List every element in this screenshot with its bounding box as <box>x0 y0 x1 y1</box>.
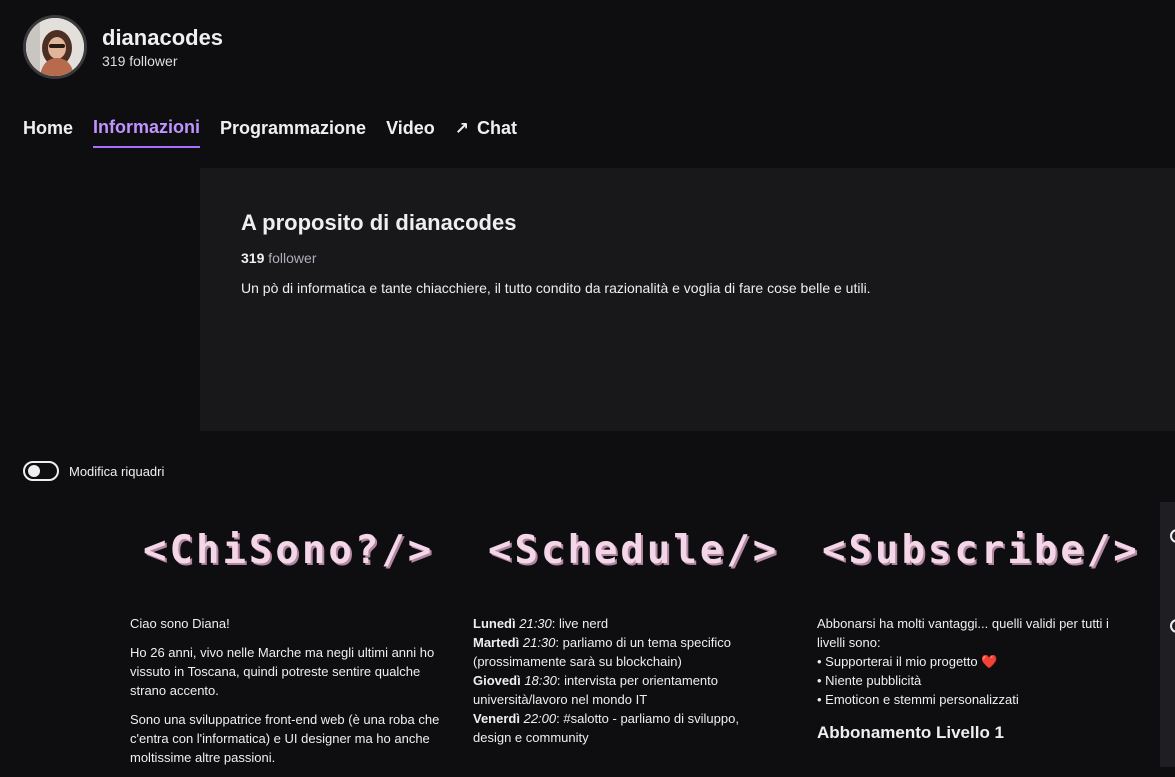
tab-informazioni[interactable]: Informazioni <box>93 117 201 148</box>
schedule-item: Martedì 21:30: parliamo di un tema speci… <box>473 633 773 671</box>
schedule-item: Lunedì 21:30: live nerd <box>473 614 773 633</box>
about-follower-number: 319 <box>241 250 265 266</box>
edit-panels-toggle[interactable] <box>23 461 59 481</box>
about-title: A proposito di dianacodes <box>241 210 517 235</box>
subscribe-bullet: • Supporterai il mio progetto ❤️ <box>817 652 1139 671</box>
channel-tabs: Home Informazioni Programmazione Video ↗… <box>23 117 537 148</box>
edit-panels-row: Modifica riquadri <box>23 461 164 481</box>
chisono-paragraph: Ciao sono Diana! <box>130 616 230 631</box>
circle-icon <box>1170 529 1175 543</box>
panel-title-schedule: <Schedule/> <box>488 528 780 573</box>
schedule-item: Giovedì 18:30: intervista per orientamen… <box>473 671 773 709</box>
panel-chisono: Ciao sono Diana! Ho 26 anni, vivo nelle … <box>130 614 442 777</box>
tab-chat[interactable]: ↗ Chat <box>455 117 517 148</box>
about-follower-label: follower <box>268 250 317 266</box>
channel-followers: 319 follower <box>102 53 178 69</box>
schedule-time: 21:30 <box>522 635 556 650</box>
schedule-day: Lunedì <box>473 616 516 631</box>
tab-chat-label: Chat <box>477 118 517 138</box>
schedule-time: 18:30 <box>524 673 557 688</box>
subscribe-level-heading: Abbonamento Livello 1 <box>817 723 1005 742</box>
subscribe-intro: Abbonarsi ha molti vantaggi... quelli va… <box>817 616 1109 650</box>
tab-programmazione[interactable]: Programmazione <box>220 117 366 148</box>
about-follower-count: 319 follower <box>241 250 1134 266</box>
subscribe-bullet: • Emoticon e stemmi personalizzati <box>817 692 1019 707</box>
schedule-day: Venerdì <box>473 711 520 726</box>
channel-name: dianacodes <box>102 25 224 50</box>
chisono-paragraph: Ho 26 anni, vivo nelle Marche ma negli u… <box>130 645 435 698</box>
panel-schedule: Lunedì 21:30: live nerd Martedì 21:30: p… <box>473 614 773 747</box>
chisono-paragraph: Sono una sviluppatrice front-end web (è … <box>130 712 440 765</box>
schedule-item: Venerdì 22:00: #salotto - parliamo di sv… <box>473 709 773 747</box>
panel-title-subscribe: <Subscribe/> <box>822 528 1140 573</box>
tab-video[interactable]: Video <box>386 117 435 148</box>
about-card: A proposito di dianacodes 319 follower U… <box>200 168 1175 431</box>
panel-title-chisono: <ChiSono?/> <box>143 528 435 573</box>
schedule-day: Giovedì <box>473 673 521 688</box>
schedule-day: Martedì <box>473 635 520 650</box>
about-description: Un pò di informatica e tante chiacchiere… <box>241 280 871 296</box>
avatar[interactable] <box>23 15 87 79</box>
external-arrow-icon: ↗ <box>454 118 469 138</box>
edit-panels-label: Modifica riquadri <box>69 463 165 479</box>
schedule-time: 21:30 <box>519 616 552 631</box>
subscribe-bullet: • Niente pubblicità <box>817 673 922 688</box>
circle-icon <box>1170 619 1175 633</box>
toggle-knob <box>28 465 40 477</box>
channel-header: dianacodes 319 follower <box>23 15 223 79</box>
schedule-desc: : live nerd <box>551 616 609 631</box>
tab-home[interactable]: Home <box>23 117 73 148</box>
avatar-photo <box>26 18 84 76</box>
schedule-time: 22:00 <box>523 711 557 726</box>
panel-subscribe: Abbonarsi ha molti vantaggi... quelli va… <box>817 614 1139 742</box>
heart-icon: ❤️ <box>981 654 998 669</box>
subscribe-bullet-text: • Supporterai il mio progetto <box>817 654 978 669</box>
right-edge-widget[interactable] <box>1160 502 1175 767</box>
